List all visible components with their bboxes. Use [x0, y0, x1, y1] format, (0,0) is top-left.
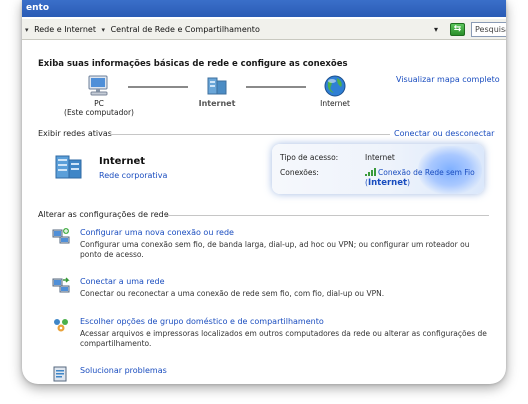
network-info-panel: Tipo de acesso: Internet Conexões: Conex…	[272, 144, 484, 194]
globe-icon	[324, 75, 346, 97]
refresh-button[interactable]: ⇆	[450, 23, 465, 36]
new-connection-icon	[52, 228, 70, 244]
address-dropdown-icon[interactable]: ▾	[434, 25, 438, 34]
section-divider	[164, 215, 489, 216]
main-content: Exiba suas informações básicas de rede e…	[22, 40, 506, 384]
connect-network-icon	[52, 277, 70, 293]
homegroup-icon	[54, 319, 68, 332]
troubleshoot-link[interactable]: Solucionar problemas	[80, 366, 167, 375]
breadcrumb-item-central-rede[interactable]: Central de Rede e Compartilhamento	[111, 25, 260, 34]
map-node-internet[interactable]: Internet	[310, 75, 360, 108]
page-title: Exiba suas informações básicas de rede e…	[38, 59, 348, 69]
corporate-network-icon	[55, 155, 82, 179]
troubleshoot-icon	[53, 366, 67, 382]
connection-name: Conexão de Rede sem Fio	[378, 168, 475, 177]
connection-network-close: )	[407, 178, 410, 187]
address-bar: ▾ Rede e Internet ▾ Central de Rede e Co…	[22, 19, 506, 40]
map-node-internet-label: Internet	[320, 99, 350, 108]
map-connector	[246, 86, 306, 88]
map-node-pc[interactable]: PC (Este computador)	[64, 75, 134, 117]
task-description: Configurar uma conexão sem fio, de banda…	[80, 240, 470, 259]
connection-network: Internet	[367, 178, 408, 188]
wifi-signal-icon	[365, 168, 376, 176]
connect-to-network-link[interactable]: Conectar a uma rede	[80, 277, 165, 286]
search-placeholder: Pesquisar	[475, 25, 506, 34]
task-troubleshoot: Solucionar problemas	[52, 366, 492, 382]
title-bar: ento	[22, 0, 506, 17]
chevron-down-icon[interactable]: ▾	[25, 26, 29, 34]
access-type-label: Tipo de acesso:	[280, 153, 339, 162]
map-connector	[128, 86, 188, 88]
task-connect-network: Conectar a uma rede Conectar ou reconect…	[52, 277, 492, 307]
map-node-pc-label: PC	[94, 99, 104, 108]
network-icon	[207, 77, 227, 95]
homegroup-sharing-link[interactable]: Escolher opções de grupo doméstico e de …	[80, 317, 324, 326]
window-title: ento	[26, 3, 49, 13]
change-settings-header: Alterar as configurações de rede	[38, 210, 169, 219]
map-node-network-label: Internet	[198, 99, 236, 108]
breadcrumb-item-rede-internet[interactable]: Rede e Internet	[34, 25, 96, 34]
section-divider	[110, 134, 390, 135]
refresh-icon: ⇆	[453, 24, 462, 34]
view-full-map-link[interactable]: Visualizar mapa completo	[396, 75, 500, 84]
access-type-value: Internet	[365, 153, 395, 162]
search-input[interactable]: Pesquisar	[471, 22, 506, 37]
task-description: Conectar ou reconectar a uma conexão de …	[80, 289, 385, 298]
setup-new-connection-link[interactable]: Configurar uma nova conexão ou rede	[80, 228, 234, 237]
connect-disconnect-link[interactable]: Conectar ou desconectar	[394, 129, 494, 138]
task-description: Acessar arquivos e impressoras localizad…	[80, 329, 487, 348]
active-networks-header: Exibir redes ativas	[38, 129, 112, 138]
map-node-pc-sublabel: (Este computador)	[64, 108, 134, 117]
breadcrumb: ▾ Rede e Internet ▾ Central de Rede e Co…	[22, 25, 260, 34]
task-homegroup: Escolher opções de grupo doméstico e de …	[52, 317, 492, 357]
active-network-name: Internet	[99, 156, 146, 167]
task-new-connection: Configurar uma nova conexão ou rede Conf…	[52, 228, 492, 268]
network-type-link[interactable]: Rede corporativa	[99, 171, 167, 180]
network-center-window: ento ▾ Rede e Internet ▾ Central de Rede…	[22, 0, 506, 384]
chevron-down-icon[interactable]: ▾	[102, 26, 106, 34]
computer-icon	[88, 75, 108, 96]
map-node-network[interactable]: Internet	[192, 75, 242, 108]
connections-label: Conexões:	[280, 168, 319, 177]
wireless-connection-link[interactable]: Conexão de Rede sem Fio (Internet)	[365, 168, 483, 188]
